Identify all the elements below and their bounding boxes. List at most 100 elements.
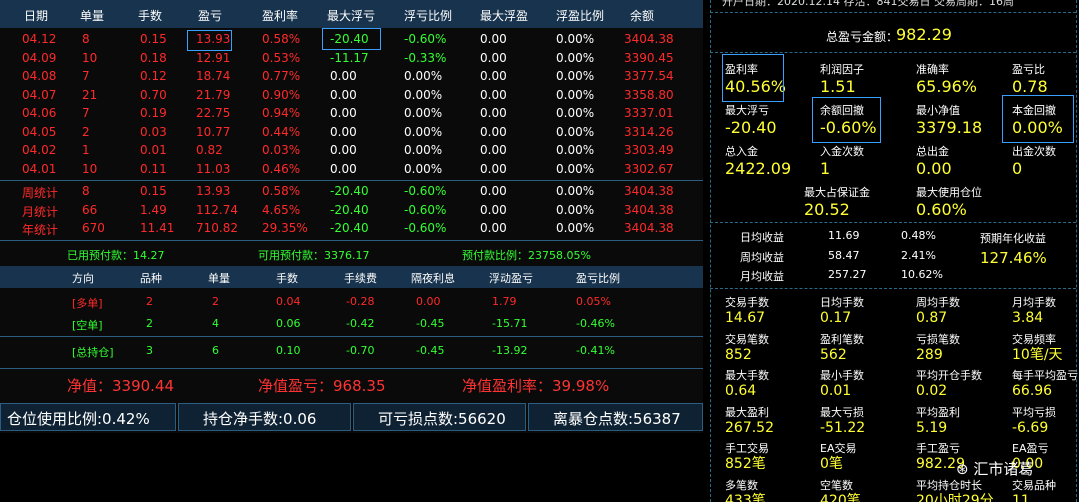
cell-手续费: -0.28 (346, 295, 375, 308)
metric-value: 2422.09 (725, 159, 792, 178)
metric-label: 总入金 (725, 145, 758, 158)
col-pl-ratio[interactable]: 盈亏比例 (576, 270, 620, 286)
cell-最大浮亏: -20.40 (330, 184, 369, 198)
grid-metric: 平均持仓时长 20小时29分 (916, 477, 994, 502)
grid-metric-label: 交易频率 (1012, 332, 1056, 346)
grid-metric-value: 20小时29分 (916, 492, 994, 502)
metric-label: 最大使用仓位 (916, 186, 982, 199)
daily-row[interactable]: 04.09 10 0.18 12.91 0.53% -11.17 -0.33% 0.00 0.0… (0, 51, 703, 69)
grid-metric-value: 267.52 (725, 419, 774, 436)
grid-metric-value: 0.64 (725, 383, 757, 399)
grid-metric-value: 5.19 (916, 419, 948, 436)
cell-盈利率: 0.90% (262, 87, 301, 102)
position-row[interactable]: [总持仓] 3 6 0.10 -0.70 -0.45 -13.92 -0.41% (0, 344, 703, 362)
grid-metric-label: 周均手数 (916, 296, 960, 309)
grid-metric: 最小手数 0.01 (820, 367, 864, 399)
cell-盈亏: 710.82 (196, 221, 238, 235)
daily-row[interactable]: 04.05 2 0.03 10.77 0.44% 0.00 0.00% 0.00 0.00% 33… (0, 125, 703, 143)
divider (1076, 0, 1077, 502)
net-pl: 净值盈亏：968.35 (258, 377, 386, 395)
highlight-box-capital-drawdown (1002, 95, 1074, 143)
col-orders[interactable]: 单量 (80, 7, 104, 24)
cell-盈亏: 112.74 (196, 202, 238, 217)
cell-浮亏比例: -0.60% (404, 184, 447, 198)
metric-label: 准确率 (916, 63, 949, 76)
cell-单量: 10 (82, 161, 98, 176)
daily-row[interactable]: 04.02 1 0.01 0.82 0.03% 0.00 0.00% 0.00 0.00% 330… (0, 143, 703, 161)
cell-浮动盈亏: -15.71 (492, 317, 528, 330)
col-float-profit-ratio[interactable]: 浮盈比例 (556, 7, 604, 24)
cell-盈亏: 12.91 (196, 50, 231, 65)
divider (0, 240, 703, 241)
grid-metric: 交易频率 10笔/天 (1012, 331, 1063, 363)
metric: 总入金 2422.09 (725, 143, 791, 178)
col-lots[interactable]: 手数 (138, 7, 162, 24)
cell-最大浮盈: 0.00 (480, 32, 507, 46)
position-row[interactable]: [空单] 2 4 0.06 -0.42 -0.45 -15.71 -0.46% (0, 317, 703, 335)
col-balance[interactable]: 余额 (630, 7, 654, 24)
cell-盈亏: 13.93 (196, 184, 231, 198)
grid-metric-label: 盈利笔数 (820, 332, 864, 346)
cell-浮盈比例: 0.00% (556, 69, 595, 83)
col-pos-lots[interactable]: 手数 (276, 270, 298, 286)
col-fee[interactable]: 手续费 (344, 270, 377, 286)
col-swap[interactable]: 隔夜利息 (411, 270, 455, 286)
grid-metric: 最大手数 0.64 (725, 367, 769, 399)
cell-方向: [总持仓] (72, 346, 114, 359)
col-float-loss-ratio[interactable]: 浮亏比例 (404, 7, 452, 24)
position-usage-text: 仓位使用比例:0.42% (7, 410, 150, 428)
cell-最大浮盈: 0.00 (480, 69, 507, 83)
cell-单量: 8 (82, 184, 90, 198)
cell-手数: 0.11 (140, 161, 167, 176)
grid-metric-label: 手工盈亏 (916, 442, 960, 455)
position-row[interactable]: [多单] 2 2 0.04 -0.28 0.00 1.79 0.05% (0, 295, 703, 313)
daily-row[interactable]: 04.08 7 0.12 18.74 0.77% 0.00 0.00% 0.00 0.00% 33… (0, 69, 703, 87)
cell-盈利率: 29.35% (262, 221, 308, 235)
cell-最大浮盈: 0.00 (480, 161, 507, 176)
stat-row[interactable]: 年统计 670 11.41 710.82 29.35% -20.40 -0.60% 0.00 0… (0, 221, 703, 239)
col-symbol[interactable]: 品种 (140, 270, 162, 286)
cell-手数: 0.19 (140, 106, 167, 120)
daily-row[interactable]: 04.01 10 0.11 11.03 0.46% 0.00 0.00% 0.00 0.00% 3… (0, 162, 703, 180)
grid-metric-value: 0.02 (916, 383, 948, 399)
stat-row[interactable]: 周统计 8 0.15 13.93 0.58% -20.40 -0.60% 0.00 0.00% 3… (0, 184, 703, 202)
cell-余额: 3337.01 (624, 106, 674, 120)
cell-日期: 04.08 (22, 69, 57, 83)
cell-日期: 04.06 (22, 106, 57, 120)
cell-盈亏: 22.75 (196, 106, 231, 120)
metric-value: 20.52 (804, 200, 850, 219)
col-pl[interactable]: 盈亏 (198, 7, 222, 24)
cell-单量: 6 (212, 344, 219, 357)
col-rate[interactable]: 盈利率 (262, 7, 298, 24)
grid-metric-value: -6.69 (1012, 419, 1049, 436)
daily-table-header: 日期 单量 手数 盈亏 盈利率 最大浮亏 浮亏比例 最大浮盈 浮盈比例 余额 (0, 0, 703, 28)
return-label: 日均收益 (740, 231, 784, 244)
cell-最大浮盈: 0.00 (480, 143, 507, 157)
metric: 最大使用仓位 0.60% (916, 184, 982, 219)
loss-points-text: 可亏损点数:56620 (378, 410, 506, 428)
col-max-float-loss[interactable]: 最大浮亏 (327, 7, 375, 24)
cell-浮亏比例: 0.00% (404, 143, 443, 157)
cell-余额: 3404.38 (624, 221, 674, 235)
cell-浮动盈亏: 1.79 (492, 295, 517, 308)
col-direction[interactable]: 方向 (72, 270, 94, 286)
divider (0, 336, 703, 337)
available-margin: 可用预付款：3376.17 (258, 249, 370, 262)
grid-metric-label: 最大盈利 (725, 405, 769, 419)
col-pos-orders[interactable]: 单量 (208, 270, 230, 286)
cell-浮盈比例: 0.00% (556, 202, 595, 217)
col-float-pl[interactable]: 浮动盈亏 (489, 270, 533, 286)
col-max-float-profit[interactable]: 最大浮盈 (480, 7, 528, 24)
cell-最大浮亏: 0.00 (330, 161, 357, 176)
liquidation-points-text: 离暴仓点数:56387 (553, 410, 681, 428)
daily-row[interactable]: 04.07 21 0.70 21.79 0.90% 0.00 0.00% 0.00 0.00% 3… (0, 88, 703, 106)
col-date[interactable]: 日期 (24, 7, 48, 24)
cell-余额: 3390.45 (624, 50, 674, 65)
stat-row[interactable]: 月统计 66 1.49 112.74 4.65% -20.40 -0.60% 0.00 0.00… (0, 203, 703, 221)
grid-metric: 平均开仓手数 0.02 (916, 367, 982, 399)
daily-row[interactable]: 04.06 7 0.19 22.75 0.94% 0.00 0.00% 0.00 0.00% 33… (0, 106, 703, 124)
grid-metric-label: 最大手数 (725, 369, 769, 382)
cell-最大浮盈: 0.00 (480, 106, 507, 120)
divider (710, 0, 711, 502)
grid-metric-label: 最大亏损 (820, 405, 864, 419)
